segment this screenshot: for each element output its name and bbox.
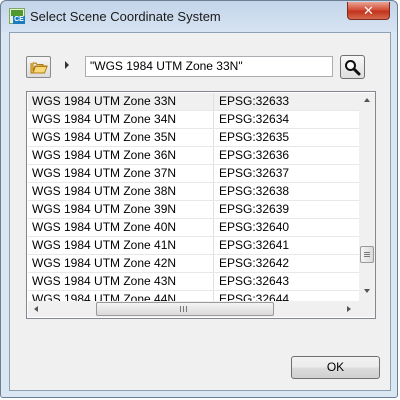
coordinate-system-name: WGS 1984 UTM Zone 41N	[32, 238, 177, 252]
close-button[interactable]: ✕	[347, 2, 390, 20]
app-icon: CE	[9, 8, 25, 24]
coordinate-system-name: WGS 1984 UTM Zone 34N	[32, 112, 177, 126]
coordinate-system-name: WGS 1984 UTM Zone 38N	[32, 184, 177, 198]
list-item[interactable]: WGS 1984 UTM Zone 43N EPSG:32643	[28, 273, 359, 291]
epsg-code: EPSG:32642	[213, 255, 358, 272]
list-item[interactable]: WGS 1984 UTM Zone 42N EPSG:32642	[28, 255, 359, 273]
dialog-body: "WGS 1984 UTM Zone 33N" WGS 1984 UTM Zon…	[9, 32, 391, 391]
coordinate-system-name: WGS 1984 UTM Zone 39N	[32, 202, 177, 216]
list-item[interactable]: WGS 1984 UTM Zone 40N EPSG:32640	[28, 219, 359, 237]
close-icon: ✕	[363, 3, 374, 18]
scrollbar-corner	[359, 301, 375, 317]
open-folder-button[interactable]	[26, 56, 51, 78]
scroll-left-icon[interactable]	[34, 306, 38, 312]
list-item[interactable]: WGS 1984 UTM Zone 36N EPSG:32636	[28, 147, 359, 165]
horizontal-scroll-thumb[interactable]	[96, 302, 274, 316]
list-item[interactable]: WGS 1984 UTM Zone 38N EPSG:32638	[28, 183, 359, 201]
epsg-code: EPSG:32640	[213, 219, 358, 236]
scroll-down-icon[interactable]	[364, 289, 370, 293]
epsg-code: EPSG:32638	[213, 183, 358, 200]
vertical-scroll-thumb[interactable]	[360, 246, 374, 263]
epsg-code: EPSG:32634	[213, 111, 358, 128]
coordinate-system-name: WGS 1984 UTM Zone 35N	[32, 130, 177, 144]
epsg-code: EPSG:32639	[213, 201, 358, 218]
window-title: Select Scene Coordinate System	[30, 9, 221, 24]
title-bar[interactable]: CE Select Scene Coordinate System ✕	[1, 1, 399, 32]
coordinate-system-name: WGS 1984 UTM Zone 43N	[32, 274, 177, 288]
list-item[interactable]: WGS 1984 UTM Zone 34N EPSG:32634	[28, 111, 359, 129]
folder-open-icon	[30, 62, 48, 74]
list-item[interactable]: WGS 1984 UTM Zone 39N EPSG:32639	[28, 201, 359, 219]
coordinate-system-name: WGS 1984 UTM Zone 42N	[32, 256, 177, 270]
list-item[interactable]: WGS 1984 UTM Zone 33N EPSG:32633	[28, 93, 359, 111]
scroll-right-icon[interactable]	[347, 306, 351, 312]
path-input[interactable]: "WGS 1984 UTM Zone 33N"	[85, 56, 333, 77]
epsg-code: EPSG:32633	[213, 93, 358, 110]
horizontal-scrollbar[interactable]	[28, 301, 359, 317]
coordinate-system-name: WGS 1984 UTM Zone 40N	[32, 220, 177, 234]
vertical-scrollbar[interactable]	[359, 93, 375, 301]
list-item[interactable]: WGS 1984 UTM Zone 41N EPSG:32641	[28, 237, 359, 255]
epsg-code: EPSG:32641	[213, 237, 358, 254]
search-button[interactable]	[340, 55, 365, 79]
ok-button[interactable]: OK	[291, 356, 380, 379]
epsg-code: EPSG:32637	[213, 165, 358, 182]
epsg-code: EPSG:32636	[213, 147, 358, 164]
dialog-window: CE Select Scene Coordinate System ✕ "WGS…	[0, 0, 398, 398]
coordinate-system-list[interactable]: WGS 1984 UTM Zone 33N EPSG:32633 WGS 1984 …	[26, 91, 376, 319]
coordinate-system-name: WGS 1984 UTM Zone 36N	[32, 148, 177, 162]
list-rows: WGS 1984 UTM Zone 33N EPSG:32633 WGS 1984 …	[28, 93, 359, 309]
search-icon	[345, 60, 361, 76]
scroll-up-icon[interactable]	[364, 98, 370, 102]
list-item[interactable]: WGS 1984 UTM Zone 37N EPSG:32637	[28, 165, 359, 183]
epsg-code: EPSG:32643	[213, 273, 358, 290]
list-item[interactable]: WGS 1984 UTM Zone 35N EPSG:32635	[28, 129, 359, 147]
coordinate-system-name: WGS 1984 UTM Zone 37N	[32, 166, 177, 180]
epsg-code: EPSG:32635	[213, 129, 358, 146]
chevron-right-icon[interactable]	[65, 61, 69, 69]
coordinate-system-name: WGS 1984 UTM Zone 33N	[32, 94, 177, 108]
